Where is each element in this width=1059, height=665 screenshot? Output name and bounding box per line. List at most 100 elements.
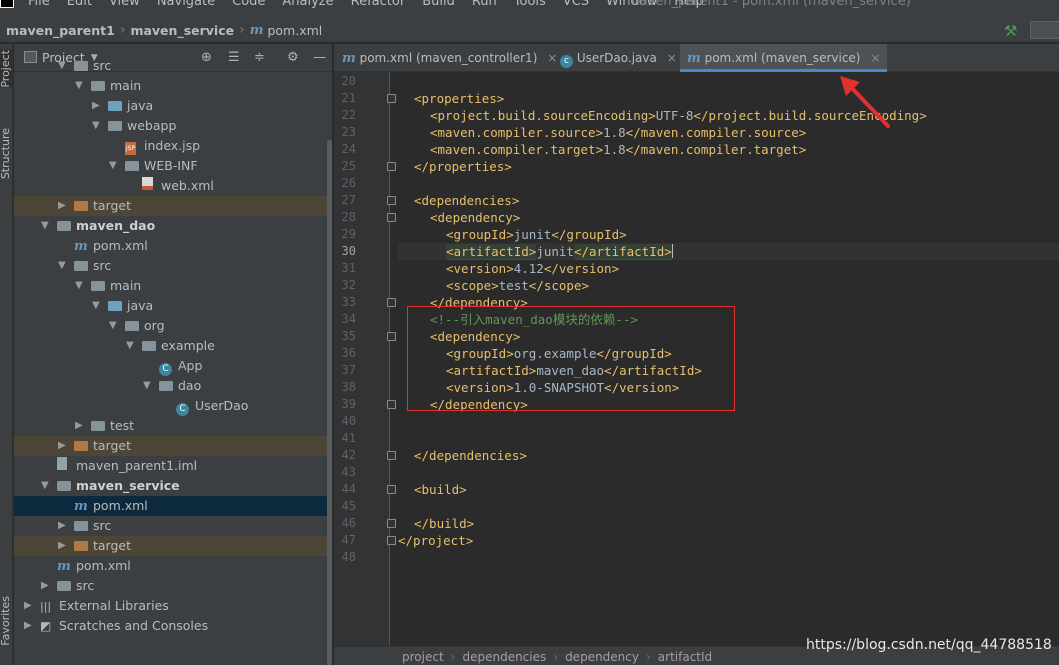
chevron-down-icon[interactable]: ▼	[41, 476, 49, 496]
project-tool-tab[interactable]: Project	[0, 50, 12, 88]
tree-item[interactable]: ▼ maven_service	[14, 476, 332, 496]
tree-item[interactable]: JSP index.jsp	[14, 136, 332, 156]
fold-marker-icon[interactable]	[387, 400, 396, 409]
tree-item[interactable]: ▼ main	[14, 276, 332, 296]
code-line[interactable]: <version>4.12</version>	[446, 260, 619, 277]
code-line[interactable]: <dependencies>	[414, 192, 519, 209]
menu-analyze[interactable]: Analyze	[282, 0, 333, 9]
tree-item[interactable]: ▶ ◩ Scratches and Consoles	[14, 616, 332, 636]
tree-item[interactable]: ▶ target	[14, 436, 332, 456]
menu-vcs[interactable]: VCS	[563, 0, 589, 9]
fold-marker-icon[interactable]	[387, 162, 396, 171]
menu-navigate[interactable]: Navigate	[157, 0, 215, 9]
favorites-tool-tab[interactable]: Favorites	[0, 596, 12, 646]
menu-edit[interactable]: Edit	[67, 0, 92, 9]
chevron-right-icon[interactable]: ▶	[24, 616, 32, 636]
menu-tools[interactable]: Tools	[514, 0, 546, 9]
tree-item[interactable]: ▼ org	[14, 316, 332, 336]
xml-breadcrumb-dependency[interactable]: dependency	[565, 650, 639, 664]
chevron-down-icon[interactable]: ▼	[58, 56, 66, 76]
code-line[interactable]: </build>	[414, 515, 474, 532]
chevron-right-icon[interactable]: ▶	[92, 96, 100, 116]
code-line[interactable]: <scope>test</scope>	[446, 277, 589, 294]
code-line[interactable]: <properties>	[414, 90, 504, 107]
tree-item[interactable]: m pom.xml	[14, 236, 332, 256]
close-icon[interactable]: ×	[547, 51, 557, 65]
chevron-right-icon[interactable]: ▶	[24, 596, 32, 616]
tree-item[interactable]: ▼ main	[14, 76, 332, 96]
chevron-down-icon[interactable]: ▼	[126, 336, 134, 356]
tree-item[interactable]: C UserDao	[14, 396, 332, 416]
tree-item[interactable]: ▼ example	[14, 336, 332, 356]
tree-item[interactable]: ▼ java	[14, 296, 332, 316]
tab-pom-maven-service[interactable]: m pom.xml (maven_service) ×	[680, 44, 888, 72]
chevron-right-icon[interactable]: ▶	[58, 516, 66, 536]
chevron-right-icon[interactable]: ▶	[58, 536, 66, 556]
fold-marker-icon[interactable]	[387, 451, 396, 460]
tree-item[interactable]: ▶ java	[14, 96, 332, 116]
run-configuration-selector[interactable]	[1030, 21, 1059, 39]
code-line[interactable]: </properties>	[414, 158, 512, 175]
chevron-down-icon[interactable]: ▼	[58, 256, 66, 276]
tree-item[interactable]: ▼ webapp	[14, 116, 332, 136]
fold-marker-icon[interactable]	[387, 298, 396, 307]
code-line[interactable]: <artifactId>junit</artifactId>	[446, 243, 673, 260]
structure-tool-tab[interactable]: Structure	[0, 128, 12, 179]
build-hammer-icon[interactable]: ⚒	[1004, 22, 1017, 40]
tree-item[interactable]: C App	[14, 356, 332, 376]
tree-item[interactable]: ▶ ||| External Libraries	[14, 596, 332, 616]
fold-marker-icon[interactable]	[387, 536, 396, 545]
chevron-down-icon[interactable]: ▼	[92, 296, 100, 316]
breadcrumb-file[interactable]: pom.xml	[267, 23, 322, 38]
xml-breadcrumb-dependencies[interactable]: dependencies	[462, 650, 546, 664]
fold-marker-icon[interactable]	[387, 519, 396, 528]
tree-item[interactable]: ▶ target	[14, 196, 332, 216]
tree-item[interactable]: ▼ src	[14, 56, 332, 76]
chevron-down-icon[interactable]: ▼	[143, 376, 151, 396]
tree-item[interactable]: m pom.xml	[14, 496, 332, 516]
xml-breadcrumb-project[interactable]: project	[402, 650, 444, 664]
xml-breadcrumb-artifactid[interactable]: artifactId	[658, 650, 712, 664]
close-icon[interactable]: ×	[667, 51, 677, 65]
chevron-right-icon[interactable]: ▶	[58, 196, 66, 216]
menu-view[interactable]: View	[109, 0, 140, 9]
tree-item[interactable]: ▶ src	[14, 576, 332, 596]
code-line[interactable]: <maven.compiler.source>1.8</maven.compil…	[430, 124, 806, 141]
code-line[interactable]: </dependencies>	[414, 447, 527, 464]
tree-item[interactable]: web.xml	[14, 176, 332, 196]
menu-run[interactable]: Run	[472, 0, 497, 9]
chevron-down-icon[interactable]: ▼	[109, 156, 117, 176]
chevron-right-icon[interactable]: ▶	[75, 416, 83, 436]
tab-pom-maven-controller1[interactable]: m pom.xml (maven_controller1) ×	[342, 44, 557, 72]
project-tree-scrollbar[interactable]	[327, 140, 332, 665]
code-line[interactable]: <build>	[414, 481, 467, 498]
fold-marker-icon[interactable]	[387, 94, 396, 103]
tree-item[interactable]: ▼ src	[14, 256, 332, 276]
chevron-down-icon[interactable]: ▼	[75, 276, 83, 296]
tree-item[interactable]: ▼ WEB-INF	[14, 156, 332, 176]
fold-marker-icon[interactable]	[387, 485, 396, 494]
breadcrumb-module[interactable]: maven_service	[130, 23, 234, 38]
code-line[interactable]: <maven.compiler.target>1.8</maven.compil…	[430, 141, 806, 158]
menu-build[interactable]: Build	[422, 0, 455, 9]
chevron-right-icon[interactable]: ▶	[41, 576, 49, 596]
breadcrumb-project[interactable]: maven_parent1	[0, 23, 115, 38]
chevron-down-icon[interactable]: ▼	[41, 216, 49, 236]
tab-userdao-java[interactable]: c UserDao.java ×	[560, 44, 677, 72]
close-icon[interactable]: ×	[870, 51, 880, 65]
code-line[interactable]: <dependency>	[430, 209, 520, 226]
menu-file[interactable]: File	[28, 0, 50, 9]
tree-item[interactable]: ▼ dao	[14, 376, 332, 396]
chevron-down-icon[interactable]: ▼	[75, 76, 83, 96]
chevron-right-icon[interactable]: ▶	[58, 436, 66, 456]
chevron-down-icon[interactable]: ▼	[92, 116, 100, 136]
tree-item[interactable]: maven_parent1.iml	[14, 456, 332, 476]
tree-item[interactable]: ▶ test	[14, 416, 332, 436]
menu-refactor[interactable]: Refactor	[351, 0, 406, 9]
menu-code[interactable]: Code	[232, 0, 265, 9]
tree-item[interactable]: m pom.xml	[14, 556, 332, 576]
code-line[interactable]: <groupId>junit</groupId>	[446, 226, 627, 243]
line-number-gutter[interactable]: 20 21 22 23 24 25 26 27 28 29 30 31 32 33 34 35 36 37 38 39…	[334, 72, 396, 665]
fold-marker-icon[interactable]	[387, 332, 396, 341]
chevron-down-icon[interactable]: ▼	[109, 316, 117, 336]
